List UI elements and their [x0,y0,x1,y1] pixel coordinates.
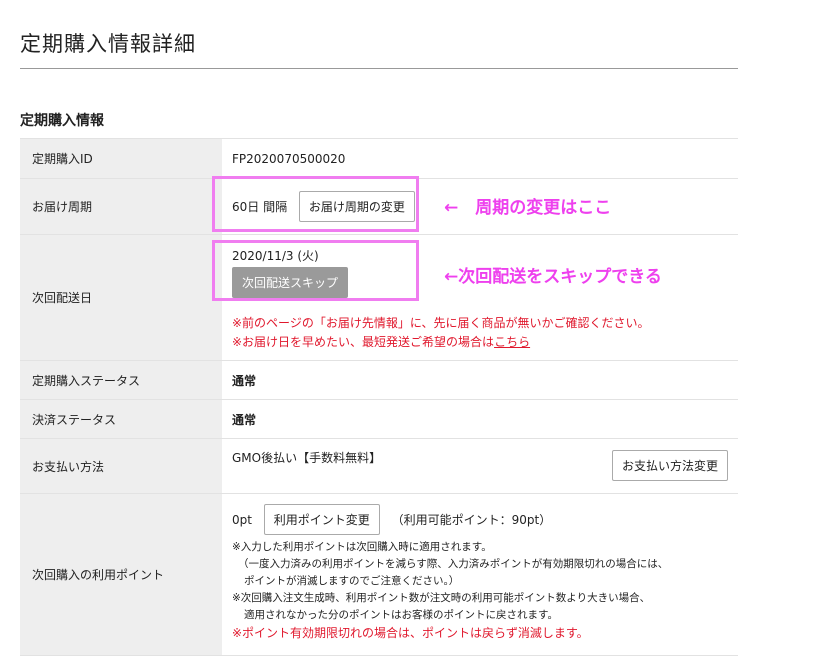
notice-text: ※お届け日を早めたい、最短発送ご希望の場合はこちら [232,333,738,352]
notice-prefix: ※お届け日を早めたい、最短発送ご希望の場合は [232,335,495,349]
table-row-purchase-status: 定期購入ステータス 通常 [20,360,738,400]
points-note: 適用されなかった分のポイントはお客様のポイントに戻されます。 [244,609,558,621]
purchase-status-value: 通常 [222,360,738,400]
table-row-payment-status: 決済ステータス 通常 [20,399,738,439]
cycle-highlight-box [212,176,419,232]
change-payment-method-button[interactable]: お支払い方法変更 [611,450,728,481]
skip-annotation: ←次回配送をスキップできる [444,267,662,287]
available-points: （利用可能ポイント：90pt） [391,513,552,527]
title-divider [20,68,738,69]
skip-highlight-box [212,240,419,301]
section-title: 定期購入情報 [20,113,104,129]
points-note: ※次回購入注文生成時、利用ポイント数が注文時の利用可能ポイント数より大きい場合、 [232,592,651,604]
points-value: 0pt [232,513,252,527]
cycle-annotation: ← 周期の変更はここ [444,198,612,218]
subscription-id-value: FP2020070500020 [222,138,738,179]
row-label: 定期購入ID [20,138,222,179]
fastest-delivery-link[interactable]: こちら [494,335,530,349]
payment-method-value: GMO後払い【手数料無料】 [232,451,382,465]
points-note: （一度入力済みの利用ポイントを減らす際、入力済みポイントが有効期限切れの場合には… [238,558,669,570]
row-label: 次回配送日 [20,234,222,361]
payment-status-value: 通常 [222,399,738,439]
page-title: 定期購入情報詳細 [20,32,196,56]
row-label: お届け周期 [20,178,222,235]
table-row-payment-method: お支払い方法 GMO後払い【手数料無料】 お支払い方法変更 [20,438,738,494]
points-warning: ※ポイント有効期限切れの場合は、ポイントは戻らず消滅します。 [232,626,589,640]
points-note: ※入力した利用ポイントは次回購入時に適用されます。 [232,541,492,553]
row-label: 定期購入ステータス [20,360,222,400]
table-row-id: 定期購入ID FP2020070500020 [20,138,738,179]
row-label: 次回購入の利用ポイント [20,493,222,656]
table-row-points: 次回購入の利用ポイント 0pt 利用ポイント変更 （利用可能ポイント：90pt）… [20,493,738,656]
notice-text: ※前のページの「お届け先情報」に、先に届く商品が無いかご確認ください。 [232,316,650,330]
change-points-button[interactable]: 利用ポイント変更 [263,504,380,535]
row-label: お支払い方法 [20,438,222,494]
points-note: ポイントが消滅しますのでご注意ください。） [244,575,460,587]
row-label: 決済ステータス [20,399,222,439]
